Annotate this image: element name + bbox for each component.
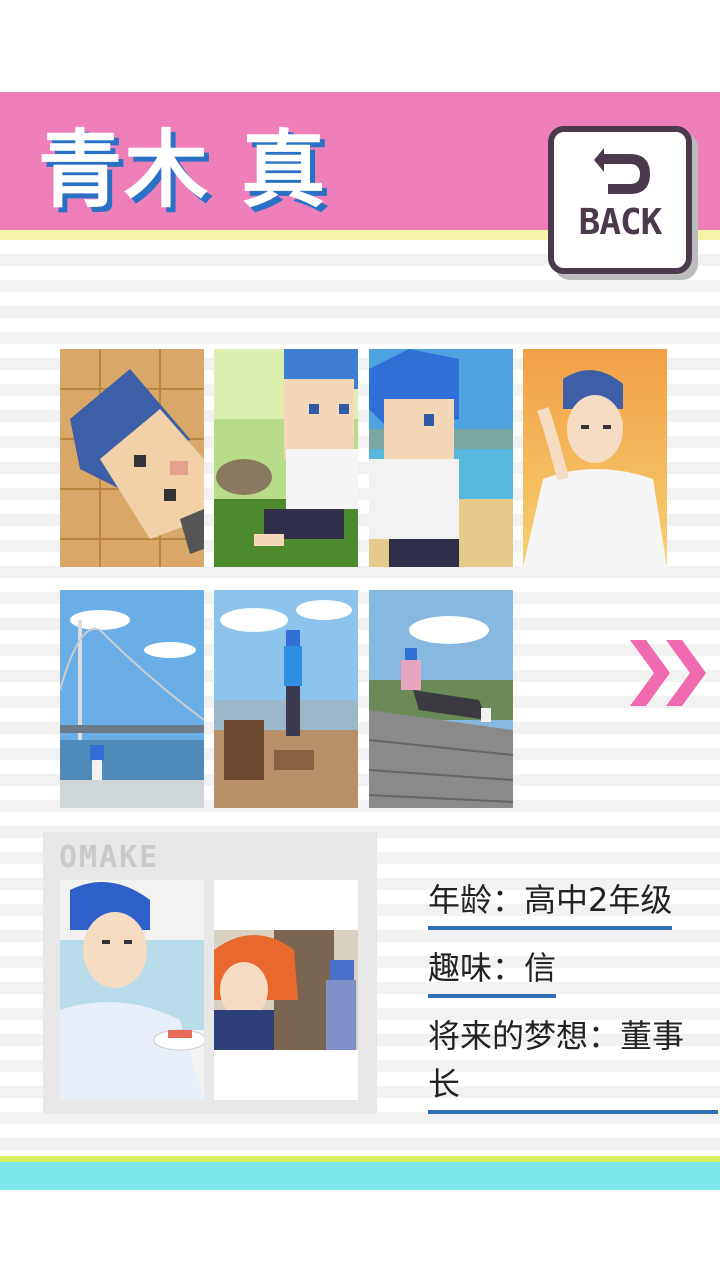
profile-hobby: 趣味：信 (428, 944, 557, 998)
pixel-beach-image (369, 349, 513, 567)
gallery-image-3[interactable] (369, 349, 513, 567)
anime-sunset-image (523, 349, 667, 567)
profile-hobby-text: 趣味：信 (428, 944, 557, 998)
gallery-image-5[interactable] (60, 590, 204, 808)
gallery-image-7[interactable] (369, 590, 513, 808)
back-label: BACK (578, 202, 663, 243)
omake-panel: OMAKE (43, 832, 377, 1114)
profile-dream-line2: 长 (428, 1065, 461, 1103)
gallery-image-2[interactable] (214, 349, 358, 567)
footer-bar (0, 1162, 720, 1190)
character-name-title: 青木 真 (38, 121, 328, 219)
red-hair-illustration-image (214, 880, 358, 1100)
return-arrow-icon (594, 148, 650, 194)
profile-dream-underline (428, 1110, 718, 1114)
profile-dream: 将来的梦想：董事 长 (428, 1012, 718, 1114)
bridge-photo-image (60, 590, 204, 808)
omake-image-2[interactable] (214, 880, 358, 1100)
observatory-photo-image (214, 590, 358, 808)
profile-dream-line1: 将来的梦想：董事 (428, 1017, 685, 1055)
sushi-illustration-image (60, 880, 204, 1100)
profile-age-text: 年龄：高中2年级 (428, 876, 673, 930)
boardwalk-photo-image (369, 590, 513, 808)
gallery-image-6[interactable] (214, 590, 358, 808)
double-chevron-right-icon[interactable] (630, 636, 712, 710)
pixel-cat-grass-image (214, 349, 358, 567)
profile-age: 年龄：高中2年级 (428, 876, 673, 930)
back-button[interactable]: BACK (548, 126, 692, 274)
omake-label: OMAKE (59, 840, 160, 875)
pixel-lying-image (60, 349, 204, 567)
gallery-image-1[interactable] (60, 349, 204, 567)
gallery-image-4[interactable] (523, 349, 667, 567)
omake-image-1[interactable] (60, 880, 204, 1100)
